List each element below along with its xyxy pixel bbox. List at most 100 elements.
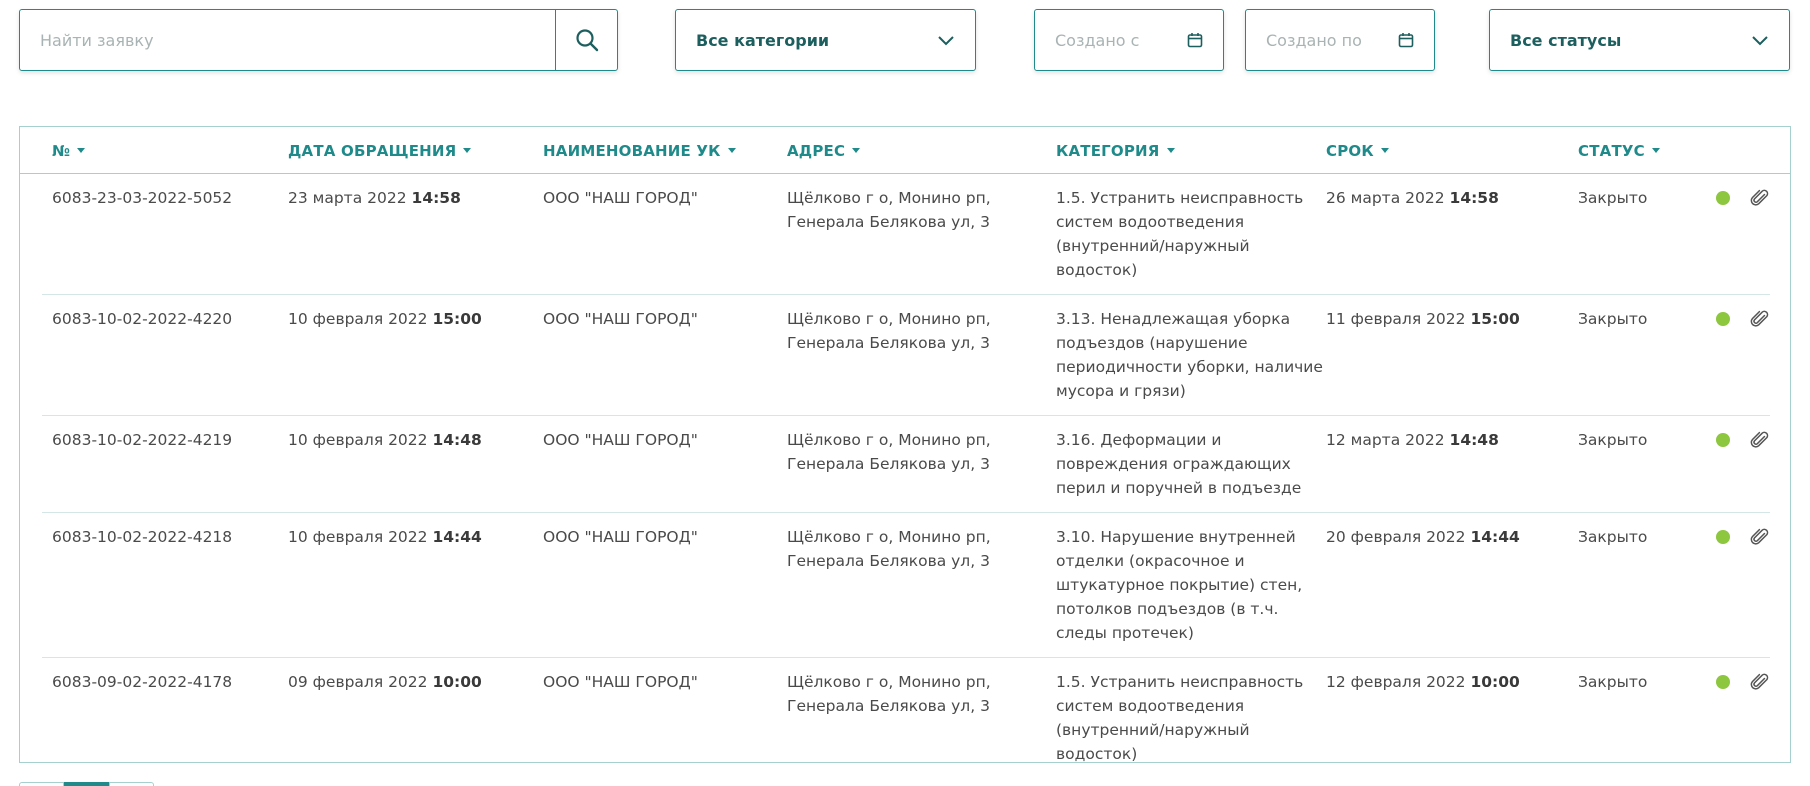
deadline-day: 26 марта 2022 [1326, 189, 1445, 207]
column-header-deadline[interactable]: СРОК [1326, 127, 1389, 174]
request-status: Закрыто [1578, 673, 1648, 691]
category-line: потолков подъездов (в т.ч. [1056, 600, 1279, 618]
chevron-down-icon [938, 36, 954, 46]
table-row[interactable]: 6083-10-02-2022-4219 10 февраля 2022 14:4… [42, 416, 1770, 513]
search-button[interactable] [555, 10, 617, 70]
deadline-time: 14:44 [1470, 528, 1520, 546]
search-box [19, 9, 618, 71]
address-line: Генерала Белякова ул, 3 [787, 697, 990, 715]
request-date: 09 февраля 2022 10:00 [288, 670, 482, 694]
request-status: Закрыто [1578, 310, 1648, 328]
table-row[interactable]: 6083-23-03-2022-5052 23 марта 2022 14:58 О… [42, 174, 1770, 295]
created-to-field[interactable]: Создано по [1245, 9, 1435, 71]
category-line: перил и поручней в подъезде [1056, 479, 1302, 497]
category-line: повреждения ограждающих [1056, 455, 1291, 473]
request-date-time: 14:58 [411, 189, 461, 207]
sort-caret-icon [1651, 148, 1660, 153]
column-header-address[interactable]: АДРЕС [787, 127, 861, 174]
request-category: 3.13. Ненадлежащая уборка подъездов (нару… [1056, 307, 1323, 403]
sort-caret-icon [852, 148, 861, 153]
address-line: Генерала Белякова ул, 3 [787, 552, 990, 570]
table-row[interactable]: 6083-10-02-2022-4218 10 февраля 2022 14:4… [42, 513, 1770, 658]
column-header-status[interactable]: СТАТУС [1578, 127, 1660, 174]
request-category: 1.5. Устранить неисправность систем водоо… [1056, 670, 1303, 766]
status-dot-icon [1716, 433, 1730, 447]
request-deadline: 12 февраля 2022 10:00 [1326, 670, 1520, 694]
paperclip-icon[interactable] [1750, 527, 1770, 547]
paperclip-icon[interactable] [1750, 672, 1770, 692]
request-deadline: 26 марта 2022 14:58 [1326, 186, 1499, 210]
category-line: (внутренний/наружный [1056, 237, 1250, 255]
category-line: систем водоотведения [1056, 697, 1245, 715]
request-date: 23 марта 2022 14:58 [288, 186, 461, 210]
calendar-icon[interactable] [1398, 32, 1414, 48]
request-date-day: 10 февраля 2022 [288, 310, 428, 328]
column-header-date[interactable]: ДАТА ОБРАЩЕНИЯ [288, 127, 472, 174]
column-header-number[interactable]: № [52, 127, 86, 174]
request-date-time: 14:44 [432, 528, 482, 546]
column-header-category[interactable]: КАТЕГОРИЯ [1056, 127, 1175, 174]
status-dot-icon [1716, 312, 1730, 326]
chevron-down-icon [1752, 36, 1768, 46]
table-row[interactable]: 6083-09-02-2022-4178 09 февраля 2022 10:0… [42, 658, 1770, 779]
request-date: 10 февраля 2022 15:00 [288, 307, 482, 331]
request-address: Щёлково г о, Монино рп, Генерала Белякова… [787, 525, 991, 573]
request-date-day: 23 марта 2022 [288, 189, 407, 207]
category-line: систем водоотведения [1056, 213, 1245, 231]
paperclip-icon[interactable] [1750, 188, 1770, 208]
category-line: следы протечек) [1056, 624, 1194, 642]
status-select[interactable]: Все статусы [1489, 9, 1790, 71]
paperclip-icon[interactable] [1750, 430, 1770, 450]
category-line: 3.16. Деформации и [1056, 431, 1222, 449]
column-header-company[interactable]: НАИМЕНОВАНИЕ УК [543, 127, 736, 174]
page-current-button[interactable] [64, 782, 109, 786]
calendar-icon[interactable] [1187, 32, 1203, 48]
request-category: 1.5. Устранить неисправность систем водоо… [1056, 186, 1303, 282]
search-icon [575, 29, 598, 52]
request-status: Закрыто [1578, 431, 1648, 449]
sort-caret-icon [463, 148, 472, 153]
category-select[interactable]: Все категории [675, 9, 976, 71]
company-name: ООО "НАШ ГОРОД" [543, 673, 698, 691]
address-line: Генерала Белякова ул, 3 [787, 213, 990, 231]
created-from-field[interactable]: Создано с [1034, 9, 1224, 71]
table-row[interactable]: 6083-10-02-2022-4220 10 февраля 2022 15:0… [42, 295, 1770, 416]
filters-bar: Все категории Создано с Создано по Все с… [0, 0, 1810, 80]
category-line: периодичности уборки, наличие [1056, 358, 1323, 376]
address-line: Щёлково г о, Монино рп, [787, 528, 991, 546]
request-date-time: 15:00 [432, 310, 482, 328]
sort-caret-icon [77, 148, 86, 153]
page-prev-button[interactable] [19, 782, 64, 786]
category-line: 1.5. Устранить неисправность [1056, 673, 1304, 691]
request-date-time: 10:00 [432, 673, 482, 691]
address-line: Щёлково г о, Монино рп, [787, 431, 991, 449]
page-next-button[interactable] [109, 782, 154, 786]
requests-table: № ДАТА ОБРАЩЕНИЯ НАИМЕНОВАНИЕ УК АДРЕС К… [19, 126, 1791, 763]
category-line: водосток) [1056, 261, 1138, 279]
status-dot-icon [1716, 675, 1730, 689]
company-name: ООО "НАШ ГОРОД" [543, 431, 698, 449]
request-address: Щёлково г о, Монино рп, Генерала Белякова… [787, 670, 991, 718]
category-line: (внутренний/наружный [1056, 721, 1250, 739]
request-number: 6083-10-02-2022-4218 [52, 528, 233, 546]
request-number: 6083-10-02-2022-4219 [52, 431, 233, 449]
category-line: 3.13. Ненадлежащая уборка [1056, 310, 1291, 328]
request-deadline: 20 февраля 2022 14:44 [1326, 525, 1520, 549]
table-header: № ДАТА ОБРАЩЕНИЯ НАИМЕНОВАНИЕ УК АДРЕС К… [20, 127, 1790, 174]
request-category: 3.10. Нарушение внутренней отделки (окрас… [1056, 525, 1302, 645]
company-name: ООО "НАШ ГОРОД" [543, 310, 698, 328]
category-line: 3.10. Нарушение внутренней [1056, 528, 1296, 546]
request-date: 10 февраля 2022 14:48 [288, 428, 482, 452]
category-line: 1.5. Устранить неисправность [1056, 189, 1304, 207]
pagination [19, 782, 154, 786]
company-name: ООО "НАШ ГОРОД" [543, 189, 698, 207]
request-deadline: 12 марта 2022 14:48 [1326, 428, 1499, 452]
request-date: 10 февраля 2022 14:44 [288, 525, 482, 549]
paperclip-icon[interactable] [1750, 309, 1770, 329]
search-input[interactable] [20, 10, 560, 70]
address-line: Генерала Белякова ул, 3 [787, 334, 990, 352]
deadline-day: 11 февраля 2022 [1326, 310, 1466, 328]
sort-caret-icon [1166, 148, 1175, 153]
address-line: Щёлково г о, Монино рп, [787, 189, 991, 207]
address-line: Щёлково г о, Монино рп, [787, 310, 991, 328]
